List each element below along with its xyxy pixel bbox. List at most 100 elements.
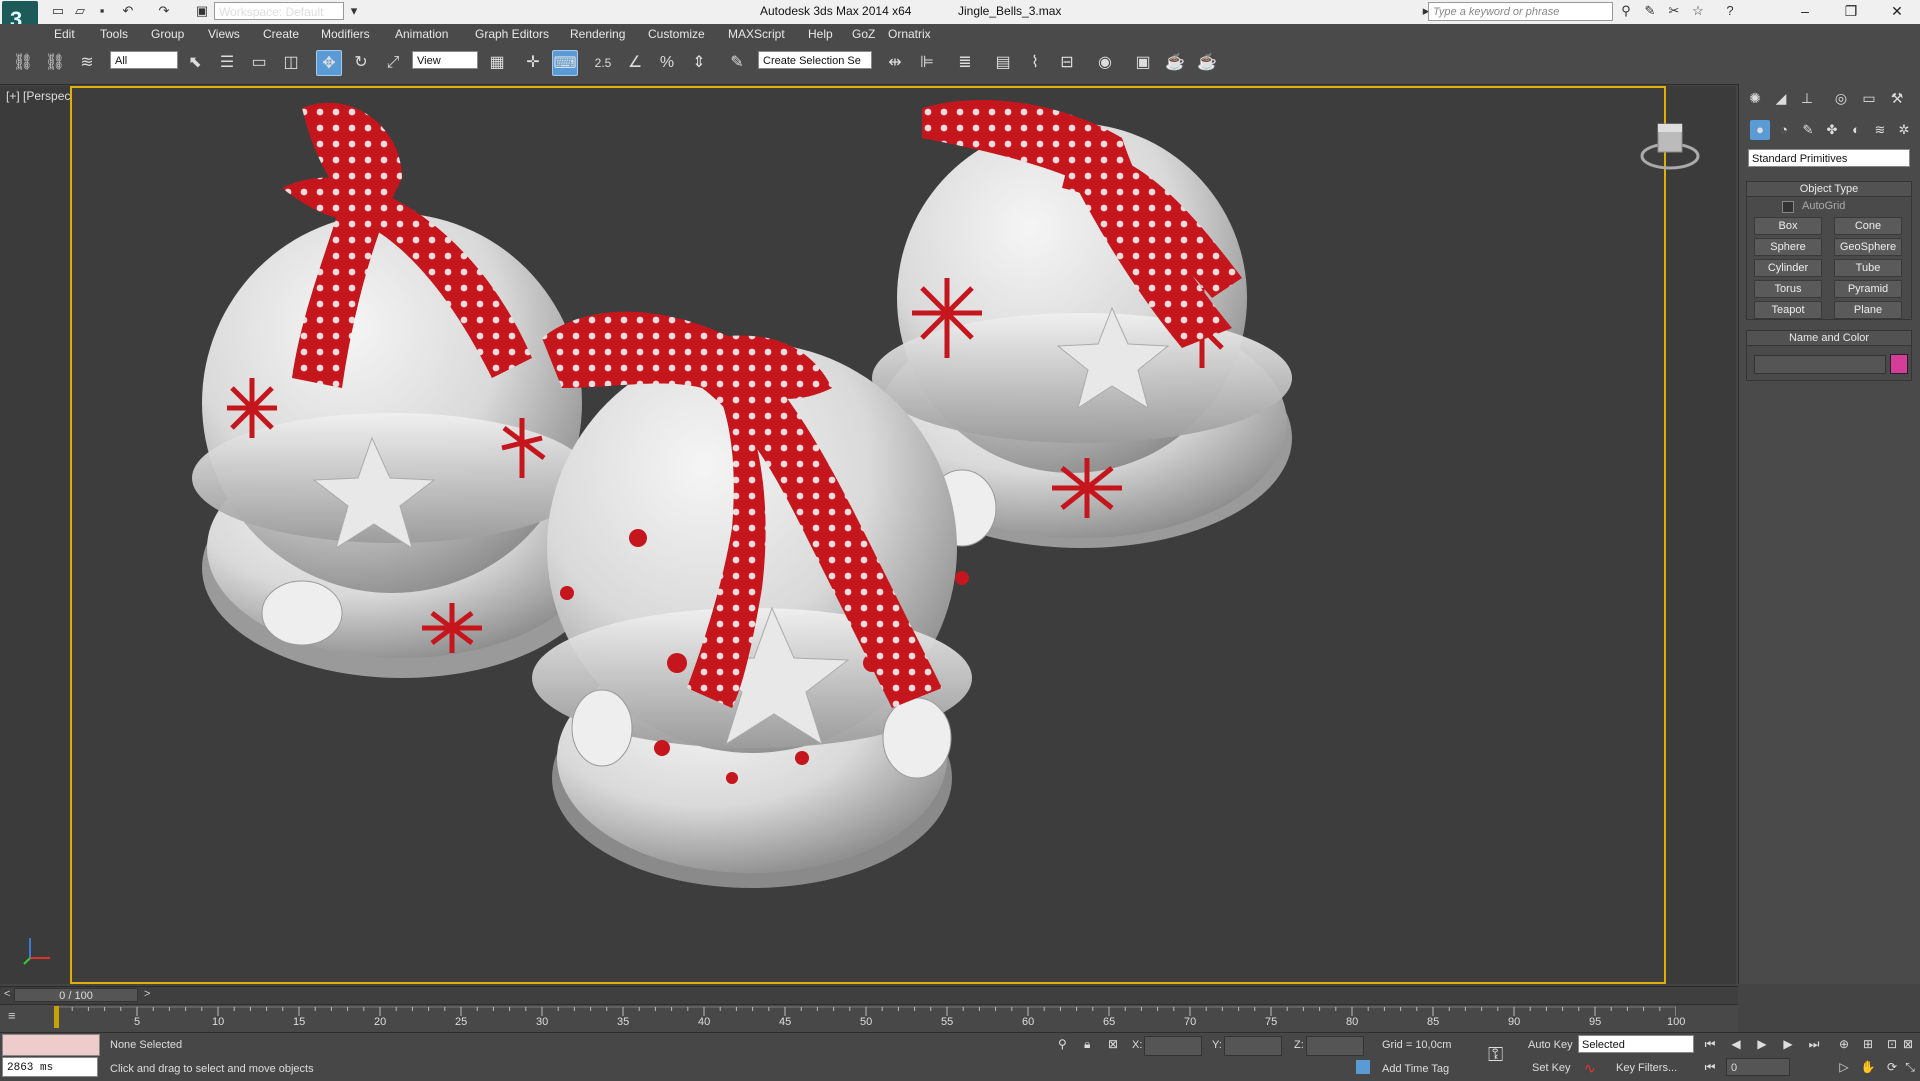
time-next-button[interactable]: > bbox=[144, 988, 150, 1000]
space-warps-icon[interactable]: ≋ bbox=[1870, 120, 1890, 140]
reference-coordinate-select[interactable]: View bbox=[412, 51, 478, 69]
select-and-rotate-icon[interactable]: ↻ bbox=[348, 50, 374, 76]
create-tab-icon[interactable]: ✺ bbox=[1744, 88, 1766, 108]
modify-tab-icon[interactable]: ◢ bbox=[1770, 88, 1792, 108]
zoom-extents-all-icon[interactable]: ⊠ bbox=[1898, 1035, 1918, 1053]
tube-button[interactable]: Tube bbox=[1834, 259, 1902, 277]
plane-button[interactable]: Plane bbox=[1834, 301, 1902, 319]
helpers-icon[interactable]: ◐ bbox=[1846, 120, 1866, 140]
mirror-icon[interactable]: ⇹ bbox=[882, 50, 908, 76]
set-keys-key-icon[interactable]: ⚿ bbox=[1488, 1044, 1503, 1067]
time-tag-icon[interactable] bbox=[1356, 1060, 1370, 1074]
lights-icon[interactable]: ✎ bbox=[1798, 120, 1818, 140]
go-to-end-icon[interactable]: ⏭ bbox=[1804, 1035, 1824, 1053]
key-mode-toggle-icon[interactable]: ⏮ bbox=[1700, 1058, 1720, 1076]
menu-tools[interactable]: Tools bbox=[100, 27, 128, 41]
snap-toggle-icon[interactable]: 2.5 bbox=[590, 50, 616, 76]
communication-center-icon[interactable]: ✂ bbox=[1666, 3, 1682, 19]
search-input[interactable]: Type a keyword or phrase bbox=[1428, 2, 1613, 21]
x-coordinate-field[interactable] bbox=[1144, 1036, 1202, 1056]
current-frame-field[interactable]: 0 bbox=[1726, 1058, 1790, 1076]
menu-create[interactable]: Create bbox=[263, 27, 299, 41]
key-mode-select[interactable]: Selected bbox=[1578, 1035, 1694, 1053]
minimize-button[interactable]: – bbox=[1782, 0, 1828, 24]
auto-key-button[interactable]: Auto Key bbox=[1528, 1039, 1573, 1051]
autogrid-checkbox[interactable] bbox=[1782, 201, 1794, 213]
select-object-icon[interactable]: ⬉ bbox=[182, 50, 208, 76]
rectangular-selection-icon[interactable]: ▭ bbox=[246, 50, 272, 76]
z-coordinate-field[interactable] bbox=[1306, 1036, 1364, 1056]
teapot-button[interactable]: Teapot bbox=[1754, 301, 1822, 319]
menu-edit[interactable]: Edit bbox=[54, 27, 75, 41]
cylinder-button[interactable]: Cylinder bbox=[1754, 259, 1822, 277]
time-configuration-icon[interactable]: ▷ bbox=[1834, 1058, 1854, 1076]
menu-customize[interactable]: Customize bbox=[648, 27, 705, 41]
new-file-icon[interactable]: ▭ bbox=[50, 3, 66, 19]
open-file-icon[interactable]: ▱ bbox=[72, 3, 88, 19]
object-color-swatch[interactable] bbox=[1890, 354, 1908, 374]
quick-access-dropdown-icon[interactable]: ▾ bbox=[346, 3, 362, 19]
zoom-icon[interactable]: ⊕ bbox=[1834, 1035, 1854, 1053]
pivot-center-icon[interactable]: ▦ bbox=[484, 50, 510, 76]
time-slider-thumb[interactable]: 0 / 100 bbox=[14, 988, 138, 1002]
spinner-snap-icon[interactable]: ⇕ bbox=[686, 50, 712, 76]
menu-goz[interactable]: GoZ bbox=[852, 27, 875, 41]
maxscript-listener-input[interactable] bbox=[2, 1034, 100, 1056]
bind-space-warp-icon[interactable]: ≋ bbox=[74, 50, 100, 76]
percent-snap-icon[interactable]: % bbox=[654, 50, 680, 76]
material-editor-icon[interactable]: ◉ bbox=[1092, 50, 1118, 76]
box-button[interactable]: Box bbox=[1754, 217, 1822, 235]
utilities-tab-icon[interactable]: ⚒ bbox=[1886, 88, 1908, 108]
window-crossing-icon[interactable]: ◫ bbox=[278, 50, 304, 76]
previous-frame-icon[interactable]: ◀ bbox=[1726, 1035, 1746, 1053]
unlink-selection-icon[interactable]: ⛓ bbox=[42, 50, 68, 76]
menu-ornatrix[interactable]: Ornatrix bbox=[888, 27, 931, 41]
menu-animation[interactable]: Animation bbox=[395, 27, 448, 41]
menu-maxscript[interactable]: MAXScript bbox=[728, 27, 785, 41]
key-filters-button[interactable]: Key Filters... bbox=[1616, 1062, 1677, 1074]
select-and-move-icon[interactable]: ✥ bbox=[316, 50, 342, 76]
add-time-tag-button[interactable]: Add Time Tag bbox=[1382, 1063, 1449, 1075]
current-frame-marker[interactable] bbox=[54, 1006, 59, 1028]
zoom-all-icon[interactable]: ⊞ bbox=[1858, 1035, 1878, 1053]
torus-button[interactable]: Torus bbox=[1754, 280, 1822, 298]
isolate-selection-icon[interactable]: ⚲ bbox=[1058, 1037, 1067, 1051]
help-icon[interactable]: ? bbox=[1722, 3, 1738, 19]
select-and-link-icon[interactable]: ⛓ bbox=[10, 50, 36, 76]
selection-filter-select[interactable]: All bbox=[110, 51, 178, 69]
absolute-mode-icon[interactable]: ⊠ bbox=[1108, 1037, 1118, 1051]
select-by-name-icon[interactable]: ☰ bbox=[214, 50, 240, 76]
workspace-select[interactable]: Workspace: Default bbox=[214, 2, 344, 20]
time-slider[interactable] bbox=[0, 986, 1738, 1005]
menu-graph-editors[interactable]: Graph Editors bbox=[475, 27, 549, 41]
perspective-viewport[interactable] bbox=[70, 86, 1666, 984]
subscription-icon[interactable]: ✎ bbox=[1642, 3, 1658, 19]
set-key-button[interactable]: Set Key bbox=[1532, 1062, 1571, 1074]
redo-icon[interactable]: ↷ bbox=[156, 3, 172, 19]
sphere-button[interactable]: Sphere bbox=[1754, 238, 1822, 256]
select-and-scale-icon[interactable]: ⤢ bbox=[380, 50, 406, 76]
favorites-star-icon[interactable]: ☆ bbox=[1690, 3, 1706, 19]
shapes-icon[interactable]: ◔ bbox=[1774, 120, 1794, 140]
default-tangents-icon[interactable]: ∿ bbox=[1584, 1060, 1596, 1077]
open-mini-curve-editor-icon[interactable]: ≡ bbox=[8, 1008, 32, 1028]
primitive-category-select[interactable]: Standard Primitives bbox=[1748, 149, 1910, 167]
systems-icon[interactable]: ✲ bbox=[1894, 120, 1914, 140]
geosphere-button[interactable]: GeoSphere bbox=[1834, 238, 1902, 256]
curve-editor-icon[interactable]: ⌇ bbox=[1022, 50, 1048, 76]
orbit-icon[interactable]: ⟳ bbox=[1882, 1058, 1902, 1076]
maxscript-listener-output[interactable]: 2863 ms bbox=[2, 1057, 98, 1077]
maximize-viewport-icon[interactable]: ⤡ bbox=[1900, 1058, 1920, 1076]
object-type-rollout-header[interactable]: Object Type bbox=[1746, 181, 1912, 197]
rendered-frame-window-icon[interactable]: ☕ bbox=[1162, 50, 1188, 76]
schematic-view-icon[interactable]: ⊟ bbox=[1054, 50, 1080, 76]
align-icon[interactable]: ⊫ bbox=[914, 50, 940, 76]
object-name-field[interactable] bbox=[1754, 355, 1886, 374]
motion-tab-icon[interactable]: ◎ bbox=[1830, 88, 1852, 108]
cone-button[interactable]: Cone bbox=[1834, 217, 1902, 235]
angle-snap-icon[interactable]: ∠ bbox=[622, 50, 648, 76]
maximize-button[interactable]: ❐ bbox=[1828, 0, 1874, 24]
keyboard-shortcut-override-icon[interactable]: ⌨ bbox=[552, 50, 578, 76]
graphite-ribbon-icon[interactable]: ▤ bbox=[990, 50, 1016, 76]
menu-group[interactable]: Group bbox=[151, 27, 184, 41]
